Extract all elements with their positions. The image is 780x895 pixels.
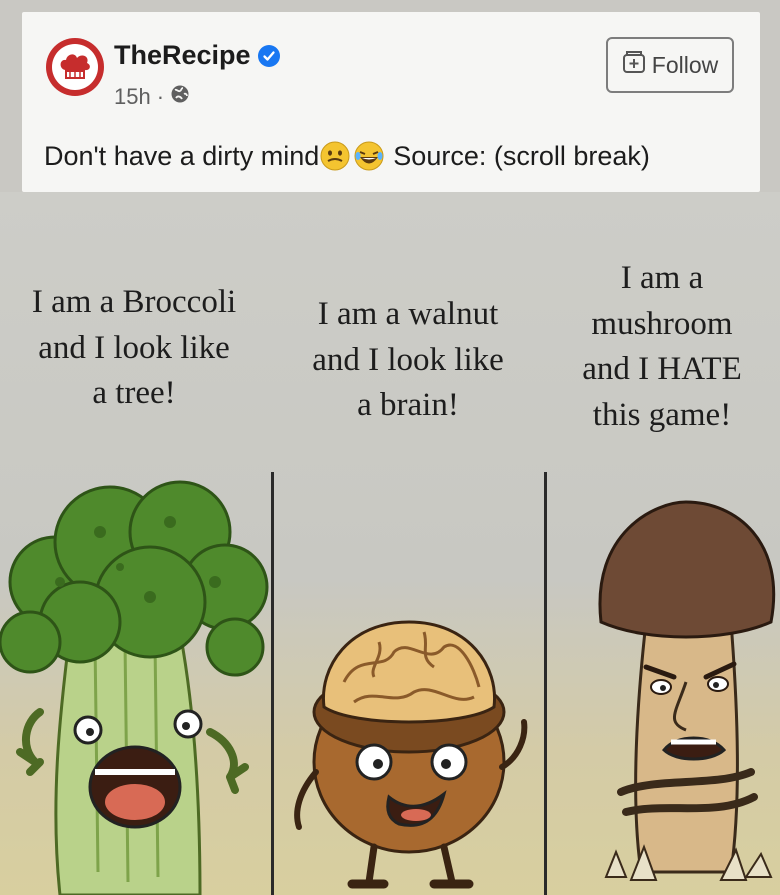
- verified-badge-icon: [257, 44, 280, 67]
- panel-1-line-3: a tree!: [92, 375, 176, 412]
- page-avatar[interactable]: [46, 38, 104, 96]
- panel-2-text: I am a walnut and I look like a brain!: [276, 292, 540, 429]
- mushroom-illustration: [598, 500, 776, 881]
- chef-hat-icon: [52, 44, 98, 90]
- caption-source: Source: (scroll break): [393, 140, 650, 171]
- panel-3-line-2: mushroom: [591, 305, 733, 342]
- panel-1-line-2: and I look like: [38, 329, 230, 366]
- panel-3-text: I am a mushroom and I HATE this game!: [548, 256, 776, 438]
- add-page-icon: [622, 50, 646, 80]
- broccoli-illustration: [0, 480, 269, 895]
- page-name-label[interactable]: TheRecipe: [114, 40, 251, 71]
- panel-2-line-1: I am a walnut: [317, 296, 499, 332]
- page-name[interactable]: TheRecipe: [114, 40, 280, 71]
- post-time[interactable]: 15h: [114, 84, 151, 110]
- post-header: TheRecipe 15h · Follow Don't have a dirt…: [22, 12, 760, 192]
- panel-3-line-4: this game!: [592, 396, 732, 433]
- panel-1-text: I am a Broccoli and I look like a tree!: [0, 280, 268, 417]
- follow-label: Follow: [651, 51, 719, 78]
- follow-button[interactable]: Follow: [606, 37, 734, 93]
- grimace-emoji-icon: [319, 140, 351, 172]
- panel-3-line-1: I am a: [620, 260, 704, 296]
- panel-2-line-3: a brain!: [357, 387, 459, 424]
- meta-separator: ·: [156, 84, 165, 109]
- globe-icon: [170, 84, 190, 110]
- walnut-illustration: [294, 620, 528, 889]
- post-caption: Don't have a dirty mind Source: (scroll …: [44, 140, 650, 172]
- laughing-emoji-icon: [353, 140, 385, 172]
- panel-2-line-2: and I look like: [312, 341, 504, 378]
- comic-image: I am a Broccoli and I look like a tree! …: [0, 192, 780, 895]
- post-meta: 15h ·: [114, 84, 190, 110]
- panel-1-line-1: I am a Broccoli: [31, 284, 237, 320]
- caption-text: Don't have a dirty mind: [44, 140, 320, 171]
- panel-3-line-3: and I HATE: [582, 351, 742, 388]
